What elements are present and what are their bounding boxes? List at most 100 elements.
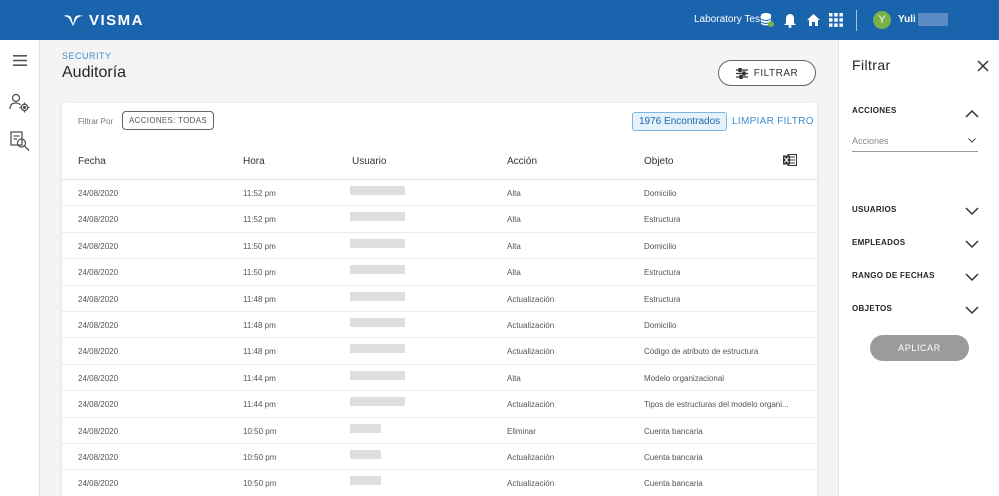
column-header-hora[interactable]: Hora [243, 156, 265, 167]
home-icon[interactable] [804, 11, 822, 29]
apply-button[interactable]: APLICAR [870, 335, 969, 361]
cell-accion: Actualización [507, 400, 555, 410]
cell-hora: 11:48 pm [243, 320, 276, 330]
column-header-usuario[interactable]: Usuario [352, 156, 386, 167]
cell-fecha: 24/08/2020 [78, 320, 119, 330]
cell-fecha: 24/08/2020 [78, 347, 119, 357]
cell-objeto: Estructura [644, 268, 681, 278]
database-icon[interactable] [758, 11, 776, 29]
table-row[interactable]: 24/08/2020 11:44 pm Actualización Tipos de … [62, 391, 817, 418]
avatar[interactable]: Y [873, 11, 891, 29]
left-rail [0, 40, 40, 496]
audit-card: Filtrar Por ACCIONES: TODAS 1976 Encontr… [62, 103, 817, 496]
cell-fecha: 24/08/2020 [78, 215, 119, 225]
table-row[interactable]: 24/08/2020 11:48 pm Actualización Estructur… [62, 286, 817, 312]
cell-accion: Alta [507, 241, 521, 251]
app-grid-icon[interactable] [827, 11, 845, 29]
table-row[interactable]: 24/08/2020 11:50 pm Alta Estructura [62, 259, 817, 286]
table-row[interactable]: 24/08/2020 10:50 pm Actualización Cuenta ba… [62, 444, 817, 471]
active-filter-chip[interactable]: ACCIONES: TODAS [122, 111, 214, 130]
cell-hora: 10:50 pm [243, 452, 277, 462]
users-settings-icon[interactable] [8, 91, 32, 115]
table-row[interactable]: 24/08/2020 10:50 pm Eliminar Cuenta bancari… [62, 418, 817, 444]
chevron-down-icon[interactable] [965, 203, 979, 216]
user-name[interactable]: Yuli [898, 14, 916, 25]
breadcrumb[interactable]: SECURITY [62, 51, 112, 61]
cell-accion: Actualización [507, 320, 555, 330]
chevron-down-icon [968, 138, 976, 143]
table-row[interactable]: 24/08/2020 11:44 pm Alta Modelo organizacio… [62, 365, 817, 392]
filter-panel-title: Filtrar [852, 57, 891, 73]
redacted-surname [918, 13, 948, 26]
audit-search-icon[interactable] [8, 129, 32, 153]
cell-objeto: Código de atributo de estructura [644, 347, 759, 357]
filter-button[interactable]: FILTRAR [718, 60, 816, 86]
cell-accion: Actualización [507, 294, 555, 304]
cell-accion: Alta [507, 373, 521, 383]
cell-accion: Alta [507, 189, 521, 198]
table-row[interactable]: 24/08/2020 11:52 pm Alta Domicilio [62, 180, 817, 207]
filter-button-label: FILTRAR [753, 67, 799, 79]
filter-panel: Filtrar ACCIONES Acciones USUARIOS EMPLE… [838, 40, 999, 496]
cell-objeto: Domicilio [644, 189, 677, 198]
bell-icon[interactable] [781, 11, 799, 29]
column-header-fecha[interactable]: Fecha [78, 156, 106, 167]
logo-text: VISMA [89, 11, 145, 29]
visma-logo[interactable]: VISMA [62, 11, 144, 29]
table-row[interactable]: 24/08/2020 11:50 pm Alta Domicilio [62, 233, 817, 260]
cell-hora: 11:48 pm [243, 347, 276, 357]
acciones-select[interactable]: Acciones [852, 132, 978, 152]
chevron-up-icon[interactable] [965, 105, 979, 118]
cell-fecha: 24/08/2020 [78, 294, 119, 304]
cell-usuario-redacted [350, 370, 405, 380]
cell-usuario-redacted [350, 449, 381, 459]
cell-objeto: Tipos de estructuras del modelo organi..… [644, 400, 789, 410]
filter-section-rango-fechas[interactable]: RANGO DE FECHAS [852, 271, 935, 280]
visma-logo-icon [63, 15, 83, 26]
cell-usuario-redacted [350, 212, 405, 222]
table-row[interactable]: 24/08/2020 11:48 pm Actualización Domicilio [62, 312, 817, 339]
cell-fecha: 24/08/2020 [78, 373, 119, 383]
table-row[interactable]: 24/08/2020 10:50 pm Actualización Cuenta ba… [62, 470, 817, 496]
table-row[interactable]: 24/08/2020 11:52 pm Alta Estructura [62, 206, 817, 233]
chevron-down-icon[interactable] [965, 269, 979, 282]
cell-usuario-redacted [350, 397, 405, 407]
cell-hora: 11:50 pm [243, 268, 276, 278]
results-count-badge: 1976 Encontrados [632, 112, 728, 131]
cell-objeto: Modelo organizacional [644, 373, 725, 383]
cell-hora: 10:50 pm [243, 479, 277, 489]
sliders-icon [735, 67, 748, 79]
chevron-down-icon[interactable] [965, 236, 979, 249]
cell-objeto: Domicilio [644, 241, 677, 251]
company-name[interactable]: Laboratory Test [694, 14, 763, 25]
cell-usuario-redacted [350, 476, 381, 486]
filter-section-acciones[interactable]: ACCIONES [852, 106, 897, 115]
audit-table-body: 24/08/2020 11:52 pm Alta Domicilio 24/08/202… [62, 180, 817, 496]
clear-filter-link[interactable]: LIMPIAR FILTRO [732, 116, 814, 127]
filter-section-usuarios[interactable]: USUARIOS [852, 205, 897, 214]
cell-fecha: 24/08/2020 [78, 426, 119, 436]
cell-hora: 11:44 pm [243, 373, 276, 383]
column-header-objeto[interactable]: Objeto [644, 156, 673, 167]
excel-icon[interactable] [783, 153, 797, 166]
filter-by-label: Filtrar Por [78, 117, 114, 126]
cell-objeto: Cuenta bancaria [644, 479, 703, 489]
cell-hora: 11:52 pm [243, 215, 276, 225]
cell-hora: 11:50 pm [243, 241, 276, 251]
cell-usuario-redacted [350, 291, 405, 301]
filter-section-objetos[interactable]: OBJETOS [852, 304, 892, 313]
cell-hora: 10:50 pm [243, 426, 277, 436]
close-icon[interactable] [977, 59, 989, 72]
top-bar: VISMA Laboratory Test Y Yuli [0, 0, 999, 40]
cell-objeto: Domicilio [644, 320, 677, 330]
cell-fecha: 24/08/2020 [78, 400, 119, 410]
filter-section-empleados[interactable]: EMPLEADOS [852, 238, 905, 247]
cell-objeto: Estructura [644, 215, 681, 225]
column-header-accion[interactable]: Acción [507, 156, 537, 167]
cell-fecha: 24/08/2020 [78, 479, 119, 489]
chevron-down-icon[interactable] [965, 302, 979, 315]
menu-icon[interactable] [8, 48, 32, 72]
cell-usuario-redacted [350, 317, 405, 327]
table-row[interactable]: 24/08/2020 11:48 pm Actualización Código de… [62, 338, 817, 365]
cell-accion: Eliminar [507, 426, 536, 436]
